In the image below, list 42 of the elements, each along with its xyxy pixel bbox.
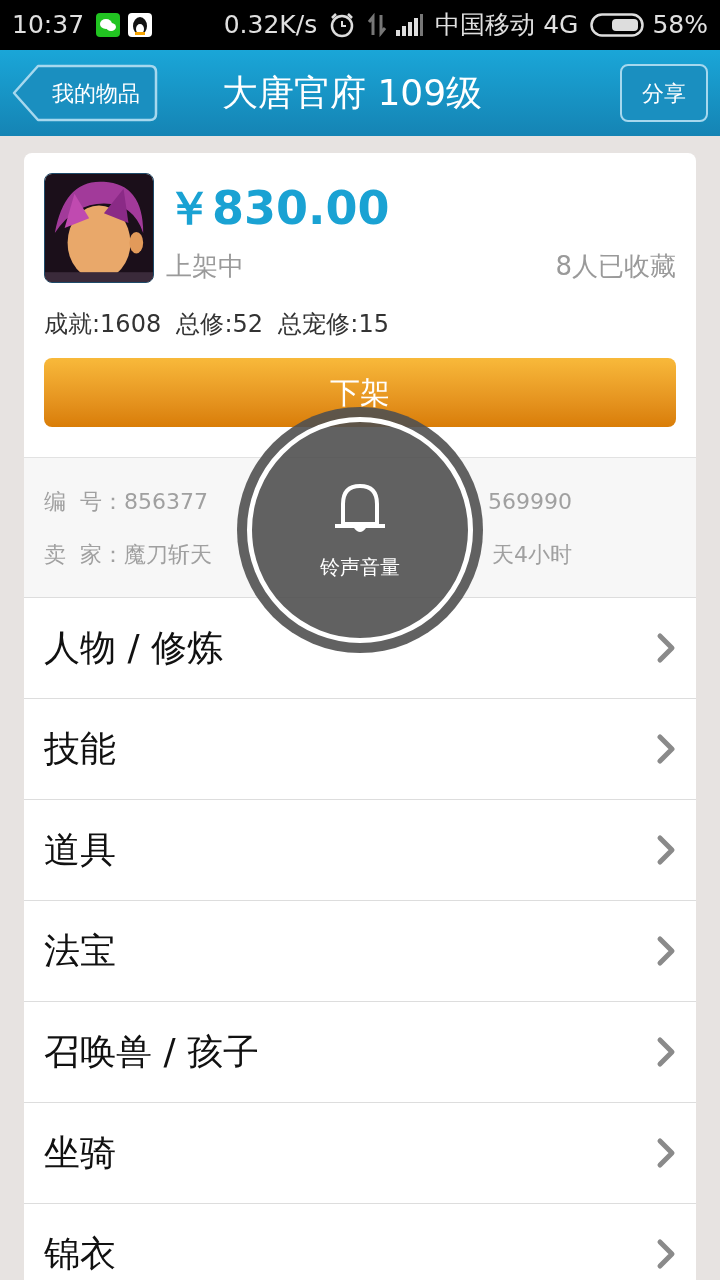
section-label: 人物 / 修炼	[44, 626, 223, 670]
stats-line: 成就:1608 总修:52 总宠修:15	[43, 309, 390, 340]
network-speed: 0.32K/s	[223, 9, 318, 42]
section-row[interactable]: 坐骑	[24, 1102, 696, 1203]
section-label: 召唤兽 / 孩子	[44, 1030, 259, 1074]
section-label: 坐骑	[44, 1131, 116, 1175]
chevron-right-icon	[656, 1238, 676, 1270]
detail-text: 天4小时	[492, 540, 572, 569]
favorite-count: 8人已收藏	[555, 250, 676, 283]
chevron-right-icon	[656, 632, 676, 664]
battery-percent: 58%	[652, 9, 708, 42]
share-button[interactable]: 分享	[620, 64, 708, 122]
chevron-right-icon	[656, 733, 676, 765]
detail-text: 569990	[488, 487, 572, 516]
section-label: 技能	[44, 727, 116, 771]
alarm-icon	[329, 12, 356, 38]
battery-icon	[590, 13, 645, 37]
section-row[interactable]: 法宝	[24, 900, 696, 1001]
penguin-app-icon	[128, 13, 153, 37]
price: ￥830.00	[166, 180, 391, 237]
chevron-right-icon	[656, 1036, 676, 1068]
chevron-right-icon	[656, 935, 676, 967]
listing-status: 上架中	[166, 250, 244, 283]
section-row[interactable]: 锦衣	[24, 1203, 696, 1280]
clock: 10:37	[12, 9, 85, 42]
chevron-right-icon	[656, 1137, 676, 1169]
section-label: 道具	[44, 828, 116, 872]
section-row[interactable]: 技能	[24, 698, 696, 799]
section-row[interactable]: 道具	[24, 799, 696, 900]
section-label: 法宝	[44, 929, 116, 973]
back-button[interactable]: 我的物品	[12, 64, 158, 122]
toast-label: 铃声音量	[320, 554, 400, 581]
data-arrows-icon	[367, 13, 388, 37]
chevron-right-icon	[656, 834, 676, 866]
carrier-label: 中国移动 4G	[435, 9, 579, 42]
chat-app-icon	[96, 13, 121, 37]
detail-text: 卖 家：魔刀斩天	[44, 540, 212, 569]
signal-icon	[395, 14, 424, 36]
section-row[interactable]: 召唤兽 / 孩子	[24, 1001, 696, 1102]
detail-text: 编 号：856377	[44, 487, 208, 516]
section-label: 锦衣	[44, 1232, 116, 1276]
page-title: 大唐官府 109级	[222, 71, 483, 115]
